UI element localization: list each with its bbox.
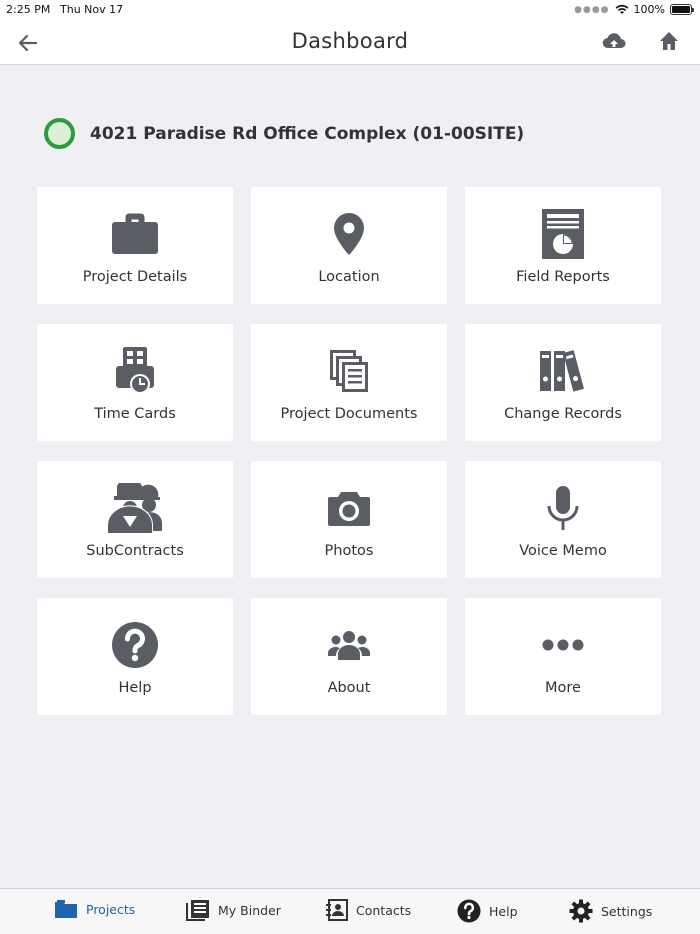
microphone-icon: [547, 486, 579, 530]
workers-hardhat-icon: [107, 483, 162, 533]
question-circle-icon: [457, 899, 481, 923]
people-group-icon: [328, 631, 370, 660]
tile-photos[interactable]: Photos: [251, 461, 447, 578]
contacts-book-icon: [326, 899, 348, 921]
tab-projects[interactable]: Projects: [54, 899, 135, 919]
question-circle-icon: [112, 622, 158, 668]
report-chart-icon: [542, 209, 584, 259]
tile-label: About: [327, 680, 371, 696]
tile-label: Project Documents: [280, 406, 418, 422]
status-indicators: ●●●● 100%: [574, 3, 694, 16]
tab-my-binder[interactable]: My Binder: [186, 899, 281, 921]
tab-label: Contacts: [356, 902, 412, 918]
tile-change-records[interactable]: Change Records: [465, 324, 661, 441]
tab-contacts[interactable]: Contacts: [326, 899, 411, 921]
tile-location[interactable]: Location: [251, 187, 447, 304]
status-date: Thu Nov 17: [60, 3, 124, 16]
project-status-indicator: [44, 118, 75, 149]
status-bar: 2:25 PM Thu Nov 17 ●●●● 100%: [0, 0, 700, 20]
documents-stack-icon: [330, 350, 368, 392]
home-button[interactable]: [658, 30, 680, 56]
cloud-upload-icon: [602, 33, 626, 49]
project-name: 4021 Paradise Rd Office Complex (01-00SI…: [90, 123, 525, 144]
tile-label: More: [545, 680, 581, 696]
binder-icon: [186, 900, 209, 921]
tab-label: Help: [489, 903, 518, 919]
tile-label: Location: [318, 269, 380, 285]
tile-label: Voice Memo: [519, 543, 607, 559]
folder-icon: [55, 900, 77, 918]
time-card-icon: [116, 347, 154, 394]
wifi-icon: [615, 4, 628, 14]
tile-label: Time Cards: [94, 406, 176, 422]
tile-help[interactable]: Help: [37, 598, 233, 715]
battery-icon: [670, 4, 694, 15]
tile-label: Project Details: [82, 269, 188, 285]
tab-settings[interactable]: Settings: [569, 899, 652, 923]
tile-field-reports[interactable]: Field Reports: [465, 187, 661, 304]
tab-label: Settings: [601, 903, 653, 919]
page-title: Dashboard: [291, 29, 409, 53]
tab-bar: Projects My Binder Contacts Help Setting…: [0, 888, 700, 934]
ellipsis-icon: [542, 639, 584, 651]
tile-label: Help: [118, 680, 152, 696]
binders-icon: [540, 350, 584, 392]
tile-voice-memo[interactable]: Voice Memo: [465, 461, 661, 578]
tile-label: Change Records: [504, 406, 622, 422]
tile-about[interactable]: About: [251, 598, 447, 715]
tab-label: Projects: [86, 901, 136, 917]
tile-project-details[interactable]: Project Details: [37, 187, 233, 304]
cellular-signal-icon: ●●●●: [574, 4, 610, 15]
tile-project-documents[interactable]: Project Documents: [251, 324, 447, 441]
map-pin-icon: [334, 213, 364, 255]
cloud-sync-button[interactable]: [602, 31, 626, 55]
project-header[interactable]: 4021 Paradise Rd Office Complex (01-00SI…: [44, 118, 524, 149]
tile-more[interactable]: More: [465, 598, 661, 715]
gear-icon: [569, 899, 593, 923]
status-time: 2:25 PM: [6, 3, 51, 16]
tile-label: Photos: [324, 543, 374, 559]
tile-subcontracts[interactable]: SubContracts: [37, 461, 233, 578]
tile-time-cards[interactable]: Time Cards: [37, 324, 233, 441]
tab-help[interactable]: Help: [457, 899, 518, 923]
camera-icon: [328, 492, 370, 526]
home-icon: [660, 32, 678, 50]
briefcase-icon: [112, 213, 158, 254]
tab-label: My Binder: [218, 902, 281, 918]
navigation-bar: Dashboard: [0, 20, 700, 65]
battery-percent: 100%: [633, 3, 665, 16]
tile-label: SubContracts: [86, 543, 184, 559]
tile-label: Field Reports: [516, 269, 610, 285]
